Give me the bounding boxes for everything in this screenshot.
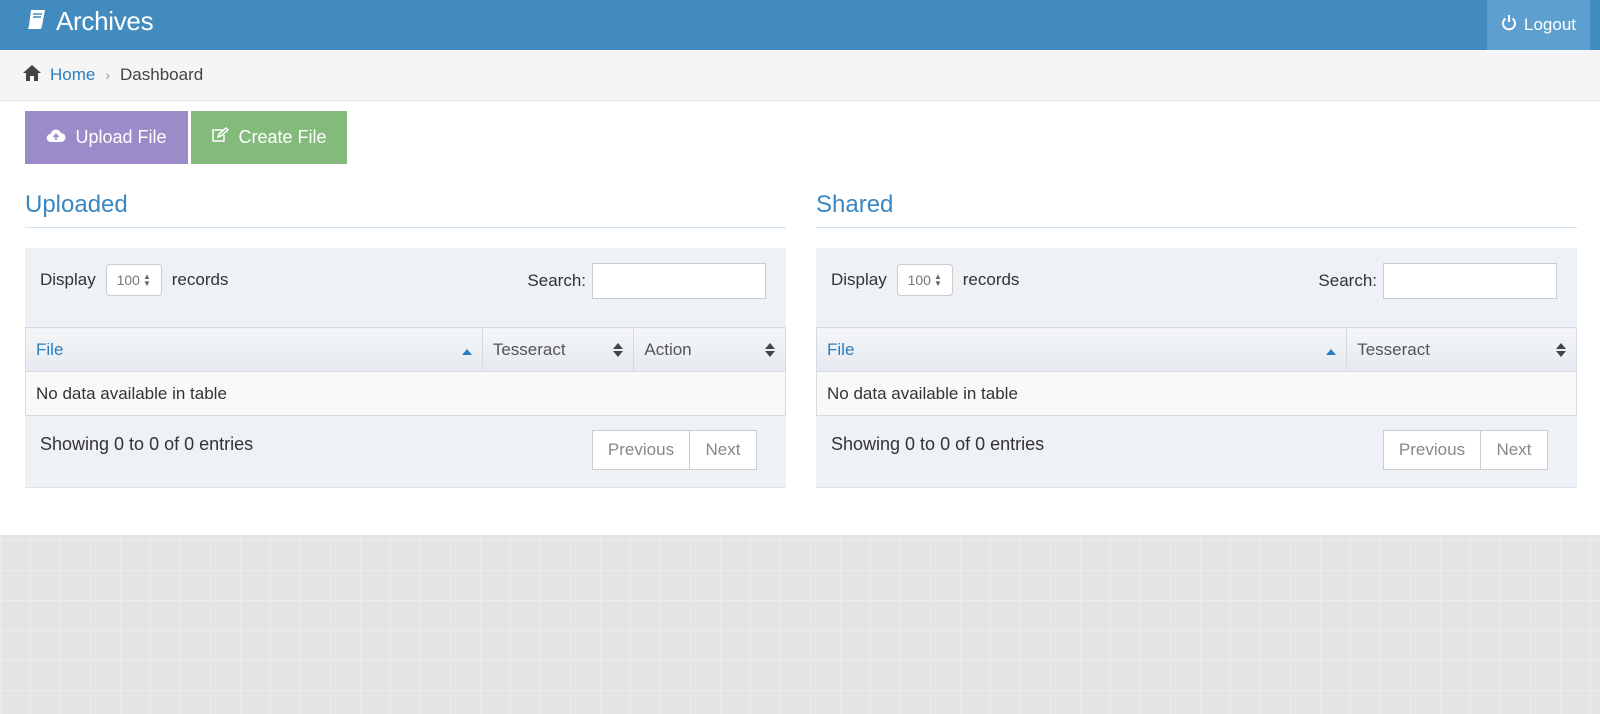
records-value: 100 [907,272,931,288]
records-per-page-select[interactable]: 100 ▲ ▼ [896,264,953,296]
records-label: records [171,270,229,289]
cloud-upload-icon [46,127,75,148]
datatable: Display 100 ▲ ▼ records Search: File Tes… [25,248,786,488]
pagination: Previous Next [592,430,757,470]
sort-icon [765,342,775,362]
panel-title: Uploaded [25,182,786,228]
book-icon [26,6,56,37]
column-header-file[interactable]: File [815,327,1348,372]
upload-file-button[interactable]: Upload File [25,111,188,164]
column-header-tesseract[interactable]: Tesseract [1346,327,1577,372]
navbar: Archives Logout [0,0,1600,50]
breadcrumb-current: Dashboard [120,65,204,84]
home-icon [22,64,42,87]
column-header-tesseract[interactable]: Tesseract [481,327,635,372]
empty-table-message: No data available in table [25,371,786,416]
records-value: 100 [116,272,140,288]
data-table: File Tesseract Action No data available … [25,327,786,416]
records-per-page-select[interactable]: 100 ▲ ▼ [105,264,162,296]
select-arrows-icon: ▲ ▼ [933,272,942,288]
chevron-right-icon: › [105,67,111,83]
pagination: Previous Next [1383,430,1548,470]
column-header-action[interactable]: Action [633,327,786,372]
select-arrows-icon: ▲ ▼ [142,272,151,288]
table-info: Showing 0 to 0 of 0 entries [40,434,254,454]
next-page-button[interactable]: Next [690,431,756,469]
table-header-row: File Tesseract Action [25,327,786,372]
shared-panel: Shared Display 100 ▲ ▼ records Search: Fi… [815,182,1577,488]
column-header-label: Tesseract [1357,339,1430,359]
records-label: records [962,270,1020,289]
breadcrumb-home-link[interactable]: Home [50,65,95,85]
create-file-label: Create File [238,127,327,147]
create-file-button[interactable]: Create File [191,111,347,164]
breadcrumb: Home › Dashboard [0,50,1600,101]
panel-title: Shared [816,182,1577,228]
logout-button[interactable]: Logout [1487,0,1590,50]
datatable: Display 100 ▲ ▼ records Search: File Tes… [815,248,1577,488]
upload-file-label: Upload File [75,127,167,147]
records-length-control: Display 100 ▲ ▼ records [40,264,228,296]
sort-icon [613,342,624,362]
logout-label: Logout [1524,15,1576,34]
column-header-label: File [36,339,64,359]
brand[interactable]: Archives [26,4,154,38]
brand-title: Archives [56,5,154,36]
data-table: File Tesseract No data available in tabl… [815,327,1577,416]
column-header-label: Tesseract [492,339,566,359]
table-header-row: File Tesseract [815,327,1577,372]
empty-table-message: No data available in table [816,371,1577,416]
power-icon [1501,14,1524,36]
display-label: Display [831,270,887,289]
previous-page-button[interactable]: Previous [1384,431,1481,469]
previous-page-button[interactable]: Previous [593,431,690,469]
edit-icon [211,126,238,148]
next-page-button[interactable]: Next [1481,431,1547,469]
search-input[interactable] [1383,263,1557,299]
search-label: Search: [1318,271,1377,290]
sort-asc-icon [1326,340,1337,360]
search-input[interactable] [592,263,766,299]
search-control: Search: [1318,263,1557,299]
table-row: No data available in table [25,371,786,416]
uploaded-panel: Uploaded Display 100 ▲ ▼ records Search: … [25,182,786,488]
main-content: Upload File Create File Uploaded Display… [0,101,1600,535]
display-label: Display [40,270,96,289]
column-header-label: Action [644,339,692,359]
sort-icon [1556,342,1566,362]
table-info: Showing 0 to 0 of 0 entries [831,434,1045,454]
search-control: Search: [527,263,766,299]
sort-asc-icon [461,340,472,360]
search-label: Search: [527,271,586,290]
column-header-file[interactable]: File [25,327,483,372]
column-header-label: File [827,339,855,359]
table-row: No data available in table [816,371,1577,416]
records-length-control: Display 100 ▲ ▼ records [831,264,1019,296]
